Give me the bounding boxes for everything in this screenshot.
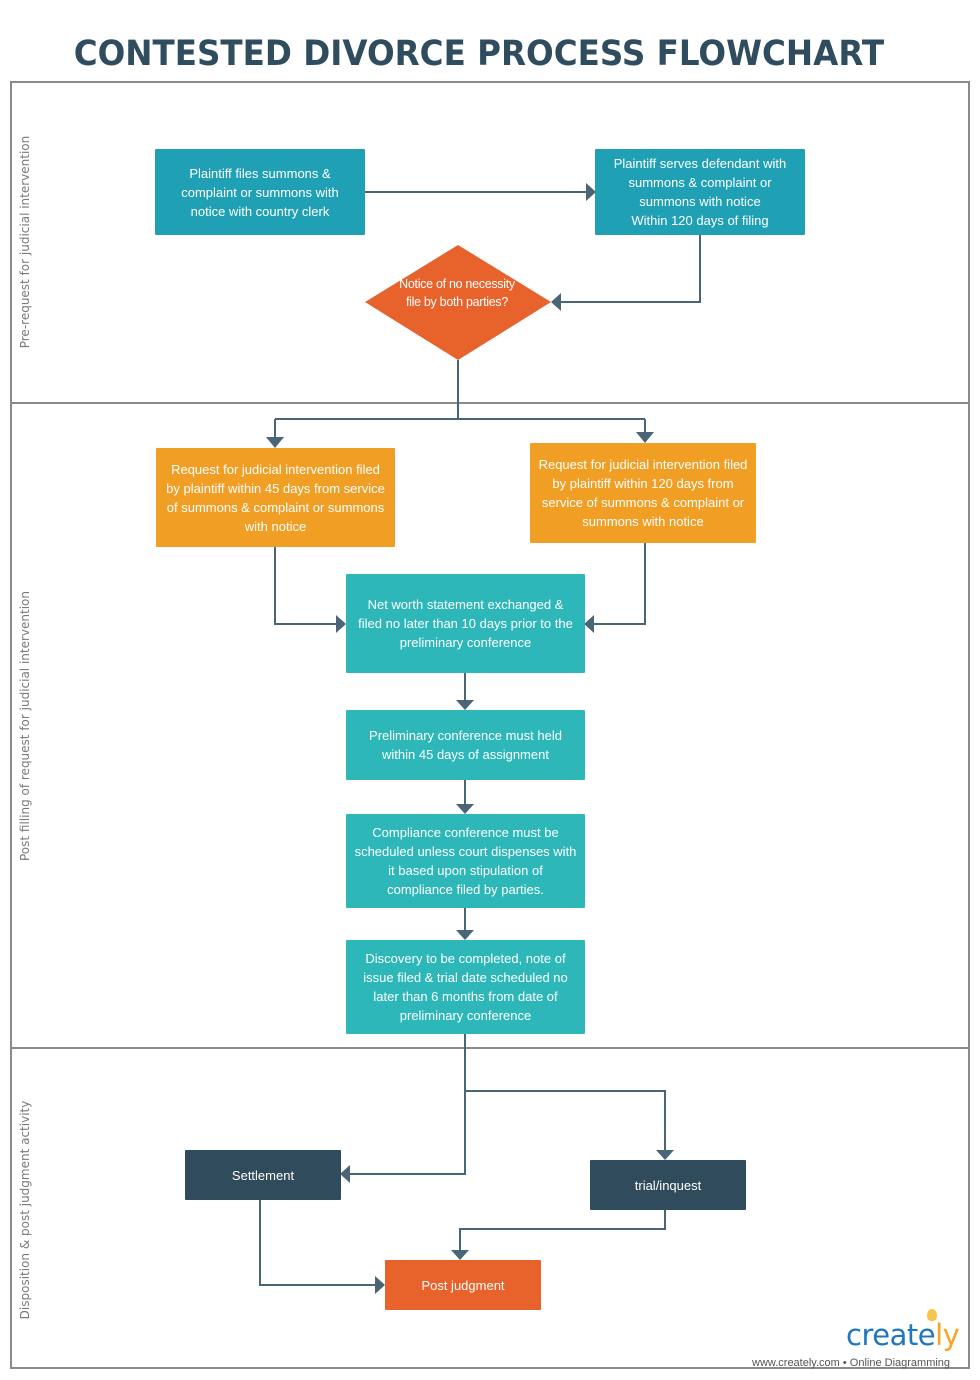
node-compliance-conference[interactable]: Compliance conference must be scheduled …	[346, 814, 585, 908]
connectors-layer	[259, 183, 701, 1294]
arrowhead-icon	[340, 1165, 350, 1183]
node-file-summons[interactable]: Plaintiff files summons & complaint or s…	[155, 149, 365, 235]
node-text: Settlement	[231, 1167, 295, 1183]
node-post-judgment[interactable]: Post judgment	[385, 1260, 541, 1310]
arrowhead-icon	[456, 700, 474, 710]
node-net-worth-statement[interactable]: Net worth statement exchanged & filed no…	[346, 574, 585, 673]
node-text: Request for judicial intervention filed …	[166, 461, 385, 534]
node-text: Request for judicial intervention filed …	[538, 457, 748, 529]
arrowhead-icon	[456, 804, 474, 814]
logo-main: create	[846, 1318, 936, 1352]
node-serve-defendant[interactable]: Plaintiff serves defendant with summons …	[595, 149, 805, 235]
node-text: Plaintiff serves defendant with summons …	[613, 156, 787, 228]
arrowhead-icon	[584, 615, 594, 633]
node-text: Post judgment	[421, 1277, 505, 1293]
connector-rji120-to-networth	[592, 543, 646, 625]
connector-serve-to-decision	[560, 235, 701, 303]
arrowhead-icon	[456, 930, 474, 940]
arrowhead-icon	[336, 615, 346, 633]
logo-accent: ly	[935, 1318, 960, 1352]
node-text: Net worth statement exchanged & filed no…	[358, 597, 573, 650]
connector-rji45-to-networth	[274, 547, 338, 625]
creately-logo[interactable]: creately	[846, 1318, 960, 1352]
connector-settlement-to-post	[259, 1200, 377, 1286]
node-discovery[interactable]: Discovery to be completed, note of issue…	[346, 940, 585, 1034]
node-text: trial/inquest	[634, 1177, 702, 1193]
connector-trial-to-post	[459, 1210, 666, 1252]
arrowhead-icon	[636, 432, 654, 443]
connector-decision-split	[274, 360, 646, 440]
arrowhead-icon	[656, 1150, 674, 1160]
node-text: Compliance conference must be scheduled …	[354, 825, 577, 897]
node-text: Preliminary conference must held within …	[369, 728, 562, 762]
arrowhead-icon	[551, 293, 561, 311]
node-preliminary-conference[interactable]: Preliminary conference must held within …	[346, 710, 585, 780]
node-trial-inquest[interactable]: trial/inquest	[590, 1160, 746, 1210]
creately-tagline[interactable]: www.creately.com • Online Diagramming	[752, 1357, 950, 1369]
arrowhead-icon	[266, 437, 284, 448]
decision-text[interactable]: Notice of no necessity file by both part…	[395, 275, 519, 311]
node-text: Discovery to be completed, note of issue…	[363, 951, 568, 1023]
node-settlement[interactable]: Settlement	[185, 1150, 341, 1200]
node-text: Plaintiff files summons & complaint or s…	[181, 165, 339, 219]
arrowhead-icon	[375, 1276, 385, 1294]
arrowhead-icon	[451, 1250, 469, 1260]
connector-discovery-split	[348, 1034, 666, 1175]
node-rji-120-days[interactable]: Request for judicial intervention filed …	[530, 443, 756, 543]
node-rji-45-days[interactable]: Request for judicial intervention filed …	[156, 448, 395, 547]
